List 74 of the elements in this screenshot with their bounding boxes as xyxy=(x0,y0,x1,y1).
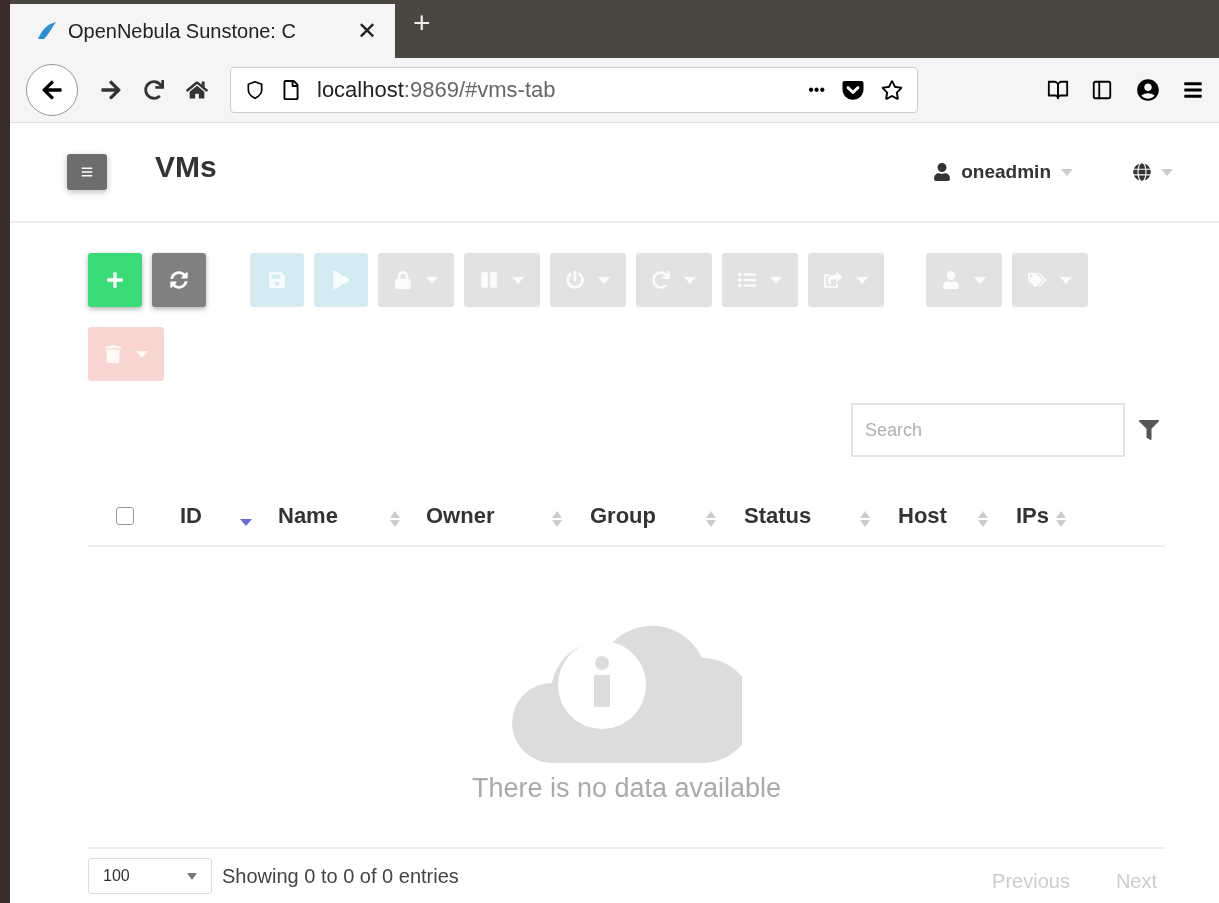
forward-icon[interactable] xyxy=(100,79,122,101)
column-header[interactable]: ID xyxy=(180,503,240,529)
column-header[interactable]: IPs xyxy=(1016,503,1056,529)
caret-icon xyxy=(1060,276,1072,284)
back-arrow-icon xyxy=(41,79,63,101)
caret-icon xyxy=(512,276,524,284)
globe-icon xyxy=(1133,163,1151,181)
search-field[interactable]: Search xyxy=(851,403,1125,457)
toolbar-button[interactable] xyxy=(88,253,142,307)
star-icon[interactable] xyxy=(881,79,903,101)
caret-icon xyxy=(1061,168,1073,176)
home-icon[interactable] xyxy=(186,79,208,101)
toolbar-button[interactable] xyxy=(152,253,206,307)
power-icon xyxy=(566,271,584,289)
caret-icon xyxy=(136,350,148,358)
page-icon xyxy=(281,80,301,100)
page-title: VMs xyxy=(155,150,218,184)
menu-button[interactable] xyxy=(67,154,107,190)
column-header[interactable]: Status xyxy=(744,503,860,529)
caret-icon xyxy=(1161,168,1173,176)
list-icon xyxy=(738,271,756,289)
menu-icon[interactable] xyxy=(1183,80,1203,100)
back-button[interactable] xyxy=(26,64,78,116)
user-icon xyxy=(933,163,952,181)
user-menu[interactable]: oneadmin xyxy=(927,160,1079,184)
column-header[interactable]: Host xyxy=(898,503,978,529)
play-icon xyxy=(332,271,350,289)
user-icon xyxy=(942,271,960,289)
menu-icon xyxy=(81,166,93,178)
caret-icon xyxy=(426,276,438,284)
empty-message: There is no data available xyxy=(471,772,782,804)
sidebar-icon[interactable] xyxy=(1091,79,1113,101)
close-icon[interactable]: ✕ xyxy=(357,17,377,45)
trash-icon xyxy=(104,345,122,363)
pause-icon xyxy=(480,271,498,289)
column-header[interactable]: Name xyxy=(278,503,390,529)
account-icon[interactable] xyxy=(1135,77,1161,103)
sort-icon[interactable] xyxy=(390,511,400,527)
sort-desc-icon[interactable] xyxy=(240,518,252,526)
url-host: localhost xyxy=(317,77,404,103)
checkbox[interactable] xyxy=(116,507,134,525)
caret-icon xyxy=(187,872,197,880)
sort-icon[interactable] xyxy=(978,511,988,527)
caret-icon xyxy=(598,276,610,284)
column-header[interactable]: Owner xyxy=(426,503,552,529)
browser-tab[interactable]: OpenNebula Sunstone: C ✕ xyxy=(10,4,395,58)
reload-icon[interactable] xyxy=(144,80,164,100)
url-path: :9869/#vms-tab xyxy=(403,77,557,103)
library-icon[interactable] xyxy=(1047,79,1069,101)
caret-icon xyxy=(684,276,696,284)
filter-icon[interactable] xyxy=(1139,420,1159,440)
lock-icon xyxy=(394,271,412,289)
tags-icon xyxy=(1028,271,1046,289)
new-tab-button[interactable]: + xyxy=(395,6,431,52)
caret-icon xyxy=(770,276,782,284)
sort-icon[interactable] xyxy=(706,511,716,527)
caret-icon xyxy=(974,276,986,284)
more-icon[interactable]: ••• xyxy=(808,81,825,99)
redo-icon xyxy=(652,271,670,289)
column-header[interactable]: Group xyxy=(590,503,706,529)
page-size-select[interactable]: 100 xyxy=(88,858,212,894)
pocket-icon[interactable] xyxy=(841,78,865,102)
shield-icon xyxy=(245,80,265,100)
sort-icon[interactable] xyxy=(860,511,870,527)
share-icon xyxy=(824,271,842,289)
tab-title: OpenNebula Sunstone: C xyxy=(68,19,297,43)
logo-icon xyxy=(36,21,58,41)
entries-info: Showing 0 to 0 of 0 entries xyxy=(222,864,460,888)
sort-icon[interactable] xyxy=(1056,511,1066,527)
refresh-icon xyxy=(170,271,188,289)
sort-icon[interactable] xyxy=(552,511,562,527)
url-field[interactable]: localhost:9869/#vms-tab ••• xyxy=(230,67,918,113)
plus-icon xyxy=(106,271,124,289)
caret-icon xyxy=(856,276,868,284)
